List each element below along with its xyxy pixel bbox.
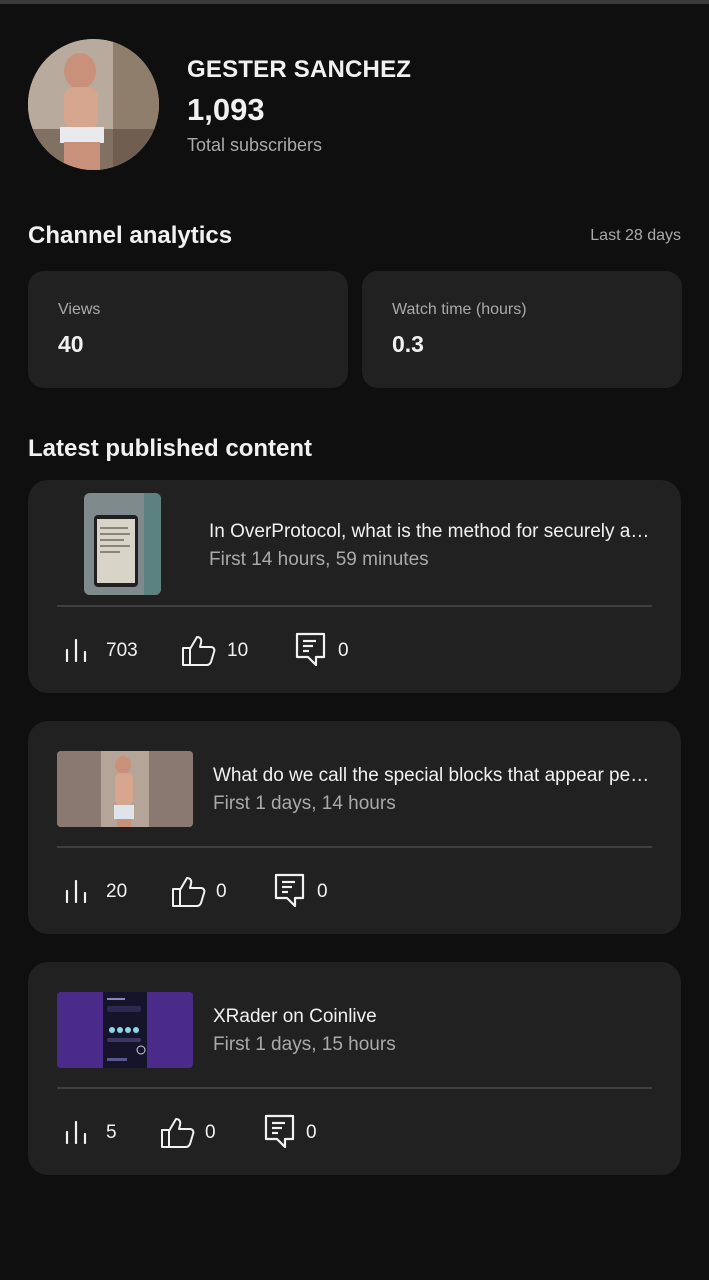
comments-count: 0	[317, 881, 328, 902]
comment-icon[interactable]	[295, 632, 327, 668]
watch-time-value: 0.3	[392, 331, 424, 357]
views-label: Views	[58, 301, 101, 318]
channel-analytics-title: Channel analytics	[28, 222, 233, 249]
views-card[interactable]: Views 40	[28, 271, 348, 388]
likes-count: 0	[205, 1122, 216, 1143]
comment-icon[interactable]	[264, 1114, 296, 1150]
likes-count: 10	[227, 640, 249, 661]
content-card[interactable]: In OverProtocol, what is the method for …	[28, 480, 681, 693]
card-divider	[57, 846, 652, 848]
comments-count: 0	[338, 640, 349, 661]
video-age: First 1 days, 14 hours	[213, 793, 396, 814]
views-count: 703	[106, 640, 138, 661]
video-age: First 1 days, 15 hours	[213, 1034, 396, 1055]
channel-name: GESTER SANCHEZ	[187, 56, 412, 83]
card-divider	[57, 1087, 652, 1089]
video-title[interactable]: In OverProtocol, what is the method for …	[209, 521, 655, 543]
thumbs-up-icon[interactable]	[160, 1117, 196, 1149]
bar-chart-icon	[65, 879, 87, 903]
video-thumbnail[interactable]	[57, 992, 193, 1068]
video-title[interactable]: What do we call the special blocks that …	[213, 765, 655, 787]
comments-count: 0	[306, 1122, 317, 1143]
comment-icon[interactable]	[274, 873, 306, 909]
views-value: 40	[58, 331, 84, 357]
content-card[interactable]: What do we call the special blocks that …	[28, 721, 681, 934]
content-card[interactable]: XRader on Coinlive First 1 days, 15 hour…	[28, 962, 681, 1175]
video-thumbnail[interactable]	[57, 751, 193, 827]
bar-chart-icon	[65, 1120, 87, 1144]
subscriber-count: 1,093	[187, 92, 265, 127]
card-divider	[57, 605, 652, 607]
likes-count: 0	[216, 881, 227, 902]
bar-chart-icon	[65, 638, 87, 662]
top-divider	[0, 0, 709, 4]
video-age: First 14 hours, 59 minutes	[209, 549, 429, 570]
views-count: 5	[106, 1122, 117, 1143]
video-title[interactable]: XRader on Coinlive	[213, 1006, 655, 1028]
channel-avatar[interactable]	[28, 39, 159, 170]
watch-time-card[interactable]: Watch time (hours) 0.3	[362, 271, 682, 388]
latest-content-title: Latest published content	[28, 435, 313, 462]
watch-time-label: Watch time (hours)	[392, 301, 527, 318]
video-thumbnail[interactable]	[84, 493, 161, 595]
analytics-period: Last 28 days	[590, 227, 681, 244]
thumbs-up-icon[interactable]	[181, 635, 217, 667]
views-count: 20	[106, 881, 128, 902]
subscriber-label: Total subscribers	[187, 135, 323, 155]
thumbs-up-icon[interactable]	[171, 876, 207, 908]
